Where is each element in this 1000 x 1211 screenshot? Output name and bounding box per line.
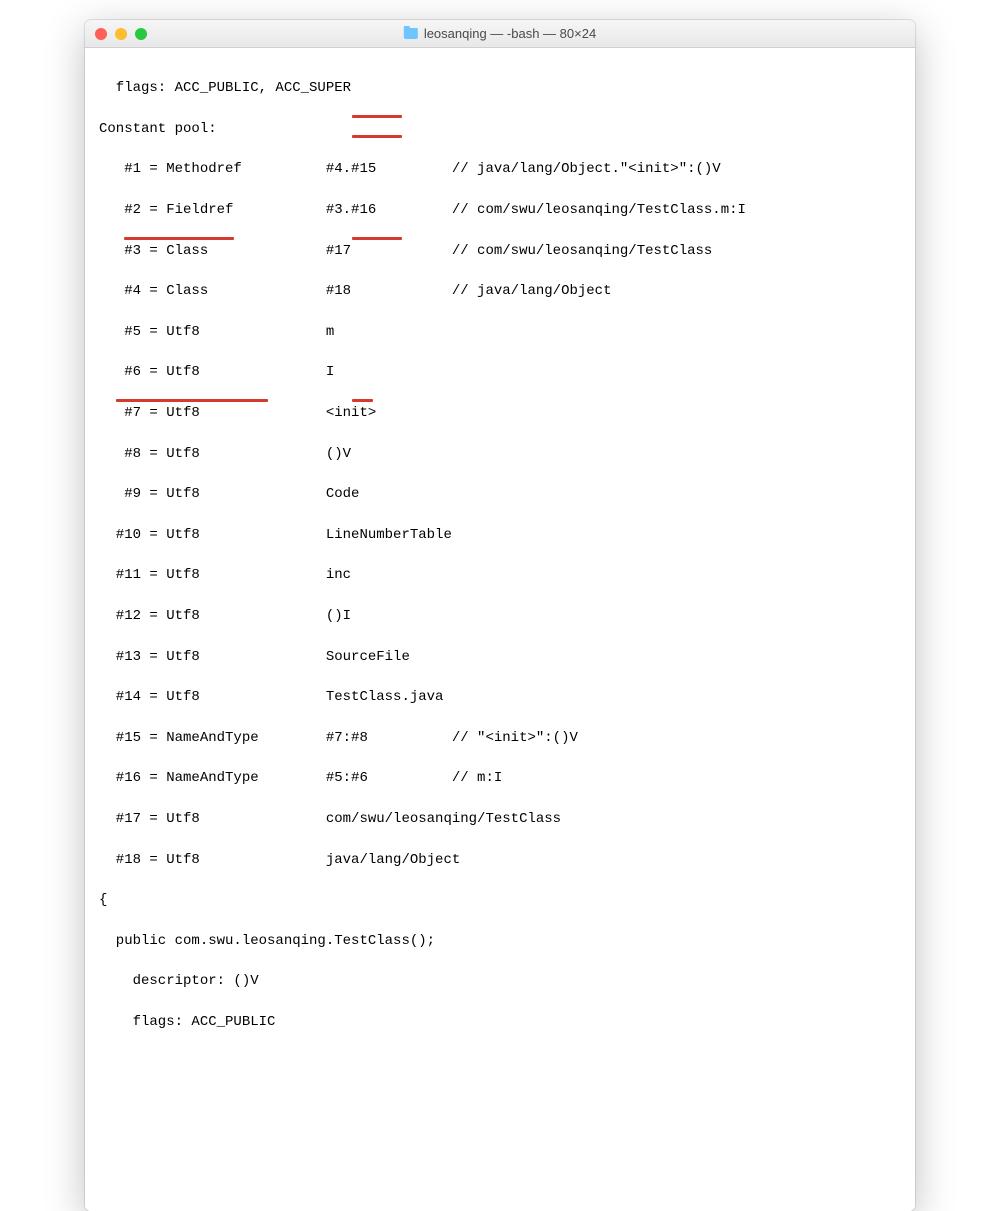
annotation-underline (352, 399, 373, 402)
terminal-line: #6 = Utf8 I (99, 362, 901, 382)
maximize-icon[interactable] (135, 28, 147, 40)
terminal-line: descriptor: ()V (99, 971, 901, 991)
traffic-lights (95, 28, 147, 40)
annotation-underline (352, 237, 403, 240)
terminal-line: #5 = Utf8 m (99, 322, 901, 342)
window-title-container: leosanqing — -bash — 80×24 (404, 26, 596, 41)
terminal-line: #2 = Fieldref #3.#16 // com/swu/leosanqi… (99, 200, 901, 220)
terminal-line: #10 = Utf8 LineNumberTable (99, 525, 901, 545)
folder-icon (404, 28, 418, 39)
close-icon[interactable] (95, 28, 107, 40)
terminal-line: #12 = Utf8 ()I (99, 606, 901, 626)
minimize-icon[interactable] (115, 28, 127, 40)
terminal-line: #8 = Utf8 ()V (99, 444, 901, 464)
terminal-line: #18 = Utf8 java/lang/Object (99, 850, 901, 870)
annotation-underline (124, 237, 234, 240)
terminal-line: Constant pool: (99, 119, 901, 139)
terminal-line: #7 = Utf8 <init> (99, 403, 901, 423)
terminal-line: flags: ACC_PUBLIC, ACC_SUPER (99, 78, 901, 98)
terminal-line: flags: ACC_PUBLIC (99, 1012, 901, 1032)
terminal-line: #1 = Methodref #4.#15 // java/lang/Objec… (99, 159, 901, 179)
annotation-underline (352, 115, 403, 118)
terminal-line: #15 = NameAndType #7:#8 // "<init>":()V (99, 728, 901, 748)
terminal-body[interactable]: flags: ACC_PUBLIC, ACC_SUPER Constant po… (85, 48, 915, 1211)
terminal-line: #11 = Utf8 inc (99, 565, 901, 585)
terminal-line: { (99, 890, 901, 910)
annotation-underline (352, 135, 403, 138)
terminal-line: #3 = Class #17 // com/swu/leosanqing/Tes… (99, 241, 901, 261)
terminal-line: #14 = Utf8 TestClass.java (99, 687, 901, 707)
terminal-line: #4 = Class #18 // java/lang/Object (99, 281, 901, 301)
terminal-window: leosanqing — -bash — 80×24 flags: ACC_PU… (85, 20, 915, 1211)
terminal-line: #16 = NameAndType #5:#6 // m:I (99, 768, 901, 788)
terminal-line: #17 = Utf8 com/swu/leosanqing/TestClass (99, 809, 901, 829)
terminal-line: #13 = Utf8 SourceFile (99, 647, 901, 667)
terminal-line: public com.swu.leosanqing.TestClass(); (99, 931, 901, 951)
terminal-line: #9 = Utf8 Code (99, 484, 901, 504)
window-title: leosanqing — -bash — 80×24 (424, 26, 596, 41)
annotation-underline (116, 399, 268, 402)
titlebar[interactable]: leosanqing — -bash — 80×24 (85, 20, 915, 48)
